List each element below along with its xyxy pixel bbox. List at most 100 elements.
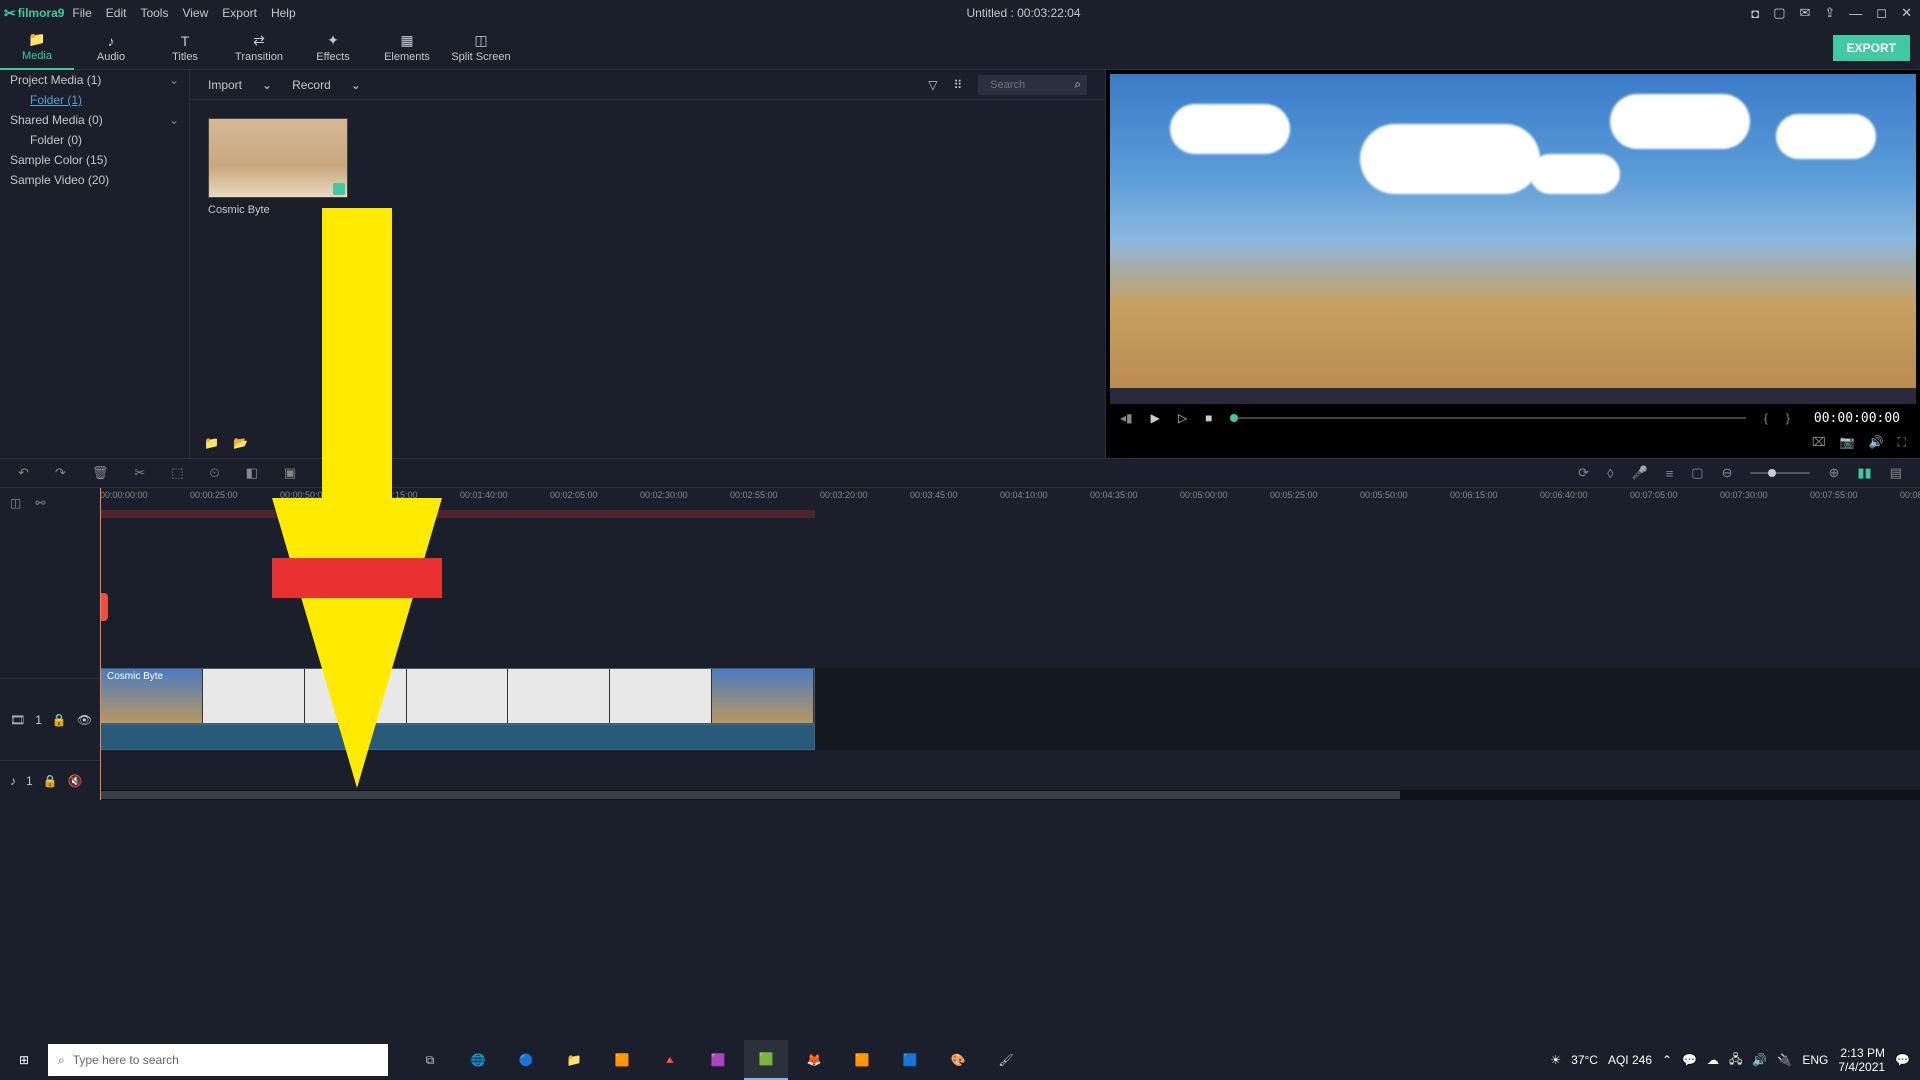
- link-icon[interactable]: ⚯: [35, 496, 45, 510]
- playhead[interactable]: [100, 488, 101, 800]
- video-track[interactable]: Cosmic Byte: [100, 668, 1920, 750]
- fullscreen-icon[interactable]: ⛶: [1898, 435, 1906, 450]
- chrome-icon[interactable]: 🔵: [504, 1040, 548, 1080]
- tab-effects[interactable]: ✦ Effects: [296, 26, 370, 70]
- search-input[interactable]: [984, 75, 1074, 95]
- tab-titles[interactable]: T Titles: [148, 26, 222, 70]
- taskbar-search[interactable]: ⌕ Type here to search: [48, 1044, 388, 1076]
- sidebar-sample-video[interactable]: Sample Video (20): [0, 170, 189, 190]
- cut-icon[interactable]: ✂: [134, 465, 145, 481]
- network-icon[interactable]: 🖧: [1729, 1050, 1742, 1071]
- mark-in-icon[interactable]: {: [1764, 411, 1768, 425]
- mixer-icon[interactable]: ≡: [1666, 466, 1674, 481]
- tray-expand-icon[interactable]: ⌃: [1662, 1053, 1672, 1067]
- zoom-out-icon[interactable]: ⊖: [1722, 465, 1733, 481]
- aqi-label[interactable]: AQI 246: [1608, 1053, 1652, 1067]
- paint-icon[interactable]: 🖌: [984, 1040, 1028, 1080]
- clock[interactable]: 2:13 PM 7/4/2021: [1838, 1046, 1885, 1075]
- voiceover-icon[interactable]: 🎤: [1632, 465, 1648, 481]
- marker-icon[interactable]: ◊: [1607, 466, 1613, 481]
- edge-icon[interactable]: 🌐: [456, 1040, 500, 1080]
- notifications-icon[interactable]: 💬: [1895, 1053, 1910, 1067]
- menu-tools[interactable]: Tools: [140, 6, 168, 20]
- eye-icon[interactable]: 👁: [77, 713, 92, 727]
- menu-export[interactable]: Export: [222, 6, 257, 20]
- battery-icon[interactable]: 🔌: [1777, 1053, 1792, 1067]
- sidebar-project-media[interactable]: Project Media (1) ⌄: [0, 70, 189, 90]
- tab-transition[interactable]: ⇄ Transition: [222, 26, 296, 70]
- preview-viewport[interactable]: [1110, 74, 1916, 404]
- grid-view-icon[interactable]: ⠿: [953, 78, 962, 92]
- tracks-icon[interactable]: ▮▮: [1857, 465, 1871, 481]
- lock-icon[interactable]: 🔒: [52, 713, 67, 727]
- account-icon[interactable]: ◘: [1751, 6, 1759, 21]
- tracks-area[interactable]: Cosmic Byte: [100, 518, 1920, 800]
- onedrive-icon[interactable]: ☁: [1707, 1053, 1719, 1067]
- timeline-clip-audio[interactable]: [100, 724, 815, 750]
- media-clip[interactable]: Cosmic Byte: [208, 118, 348, 216]
- audio-track-head[interactable]: ♪ 1 🔒 🔇: [0, 760, 100, 800]
- zoom-slider[interactable]: [1750, 472, 1810, 474]
- scrollbar-thumb[interactable]: [100, 791, 1400, 799]
- prev-frame-icon[interactable]: ◂▮: [1120, 411, 1133, 425]
- play-alt-icon[interactable]: ▷: [1178, 411, 1187, 425]
- timeline-scrollbar[interactable]: [100, 790, 1920, 800]
- menu-file[interactable]: File: [72, 6, 91, 20]
- export-button[interactable]: EXPORT: [1833, 35, 1910, 61]
- powerpoint-icon[interactable]: 🟧: [600, 1040, 644, 1080]
- redo-icon[interactable]: ↷: [55, 465, 66, 481]
- audio-track[interactable]: [100, 750, 1920, 790]
- timeline-right[interactable]: 00:00:00:0000:00:25:0000:00:50:0000:01:1…: [100, 488, 1920, 800]
- minimize-icon[interactable]: —: [1849, 6, 1862, 21]
- crop-icon[interactable]: ⬚: [171, 465, 183, 481]
- word-icon[interactable]: 🟦: [888, 1040, 932, 1080]
- sublime-icon[interactable]: 🟧: [840, 1040, 884, 1080]
- photos-icon[interactable]: 🟪: [696, 1040, 740, 1080]
- task-view-icon[interactable]: ⧉: [408, 1040, 452, 1080]
- crop-tool-icon[interactable]: ▢: [1691, 465, 1703, 481]
- search-wrap[interactable]: ⌕: [978, 75, 1087, 95]
- manage-tracks-icon[interactable]: ▤: [1890, 465, 1902, 481]
- volume-icon[interactable]: 🔊: [1869, 435, 1884, 449]
- close-icon[interactable]: ✕: [1901, 5, 1912, 21]
- preview-scrubber[interactable]: [1230, 417, 1746, 419]
- sidebar-folder-sub[interactable]: Folder (0): [0, 130, 189, 150]
- video-track-head[interactable]: 🎞 1 🔒 👁: [0, 678, 100, 760]
- start-button[interactable]: ⊞: [0, 1040, 48, 1080]
- sidebar-folder-link[interactable]: Folder (1): [0, 90, 189, 110]
- tab-audio[interactable]: ♪ Audio: [74, 26, 148, 70]
- color-icon[interactable]: ◧: [246, 465, 258, 481]
- weather-icon[interactable]: ☀: [1550, 1053, 1561, 1067]
- menu-view[interactable]: View: [182, 6, 208, 20]
- record-dropdown[interactable]: Record ⌄: [292, 78, 361, 92]
- search-icon[interactable]: ⌕: [1074, 77, 1081, 92]
- vlc-icon[interactable]: 🔺: [648, 1040, 692, 1080]
- tab-elements[interactable]: ▦ Elements: [370, 26, 444, 70]
- lock-icon[interactable]: 🔒: [43, 774, 58, 788]
- new-folder-icon[interactable]: 📁: [204, 436, 219, 450]
- speed-icon[interactable]: ⏲: [210, 465, 220, 481]
- mute-icon[interactable]: 🔇: [68, 774, 83, 788]
- save-icon[interactable]: ▢: [1773, 5, 1785, 21]
- zoom-in-icon[interactable]: ⊕: [1828, 465, 1839, 481]
- upload-icon[interactable]: ⇪: [1824, 5, 1835, 21]
- snapshot-icon[interactable]: 📷: [1840, 435, 1855, 449]
- menu-help[interactable]: Help: [271, 6, 296, 20]
- sidebar-sample-color[interactable]: Sample Color (15): [0, 150, 189, 170]
- auto-ripple-icon[interactable]: ◫: [10, 496, 21, 510]
- render-icon[interactable]: ⟳: [1578, 465, 1589, 481]
- menu-edit[interactable]: Edit: [106, 6, 127, 20]
- firefox-icon[interactable]: 🦊: [792, 1040, 836, 1080]
- tab-splitscreen[interactable]: ◫ Split Screen: [444, 26, 518, 70]
- sidebar-shared-media[interactable]: Shared Media (0) ⌄: [0, 110, 189, 130]
- timeline-ruler[interactable]: 00:00:00:0000:00:25:0000:00:50:0000:01:1…: [100, 488, 1920, 518]
- app-icon[interactable]: 🎨: [936, 1040, 980, 1080]
- collapse-tab[interactable]: [100, 593, 108, 621]
- undo-icon[interactable]: ↶: [18, 465, 29, 481]
- mark-out-icon[interactable]: }: [1786, 411, 1790, 425]
- delete-icon[interactable]: 🗑: [92, 465, 109, 481]
- play-icon[interactable]: ▶: [1151, 411, 1160, 425]
- timeline-clip[interactable]: Cosmic Byte: [100, 668, 815, 724]
- import-dropdown[interactable]: Import ⌄: [208, 78, 272, 92]
- snapshot-to-icon[interactable]: ⌧: [1812, 435, 1826, 449]
